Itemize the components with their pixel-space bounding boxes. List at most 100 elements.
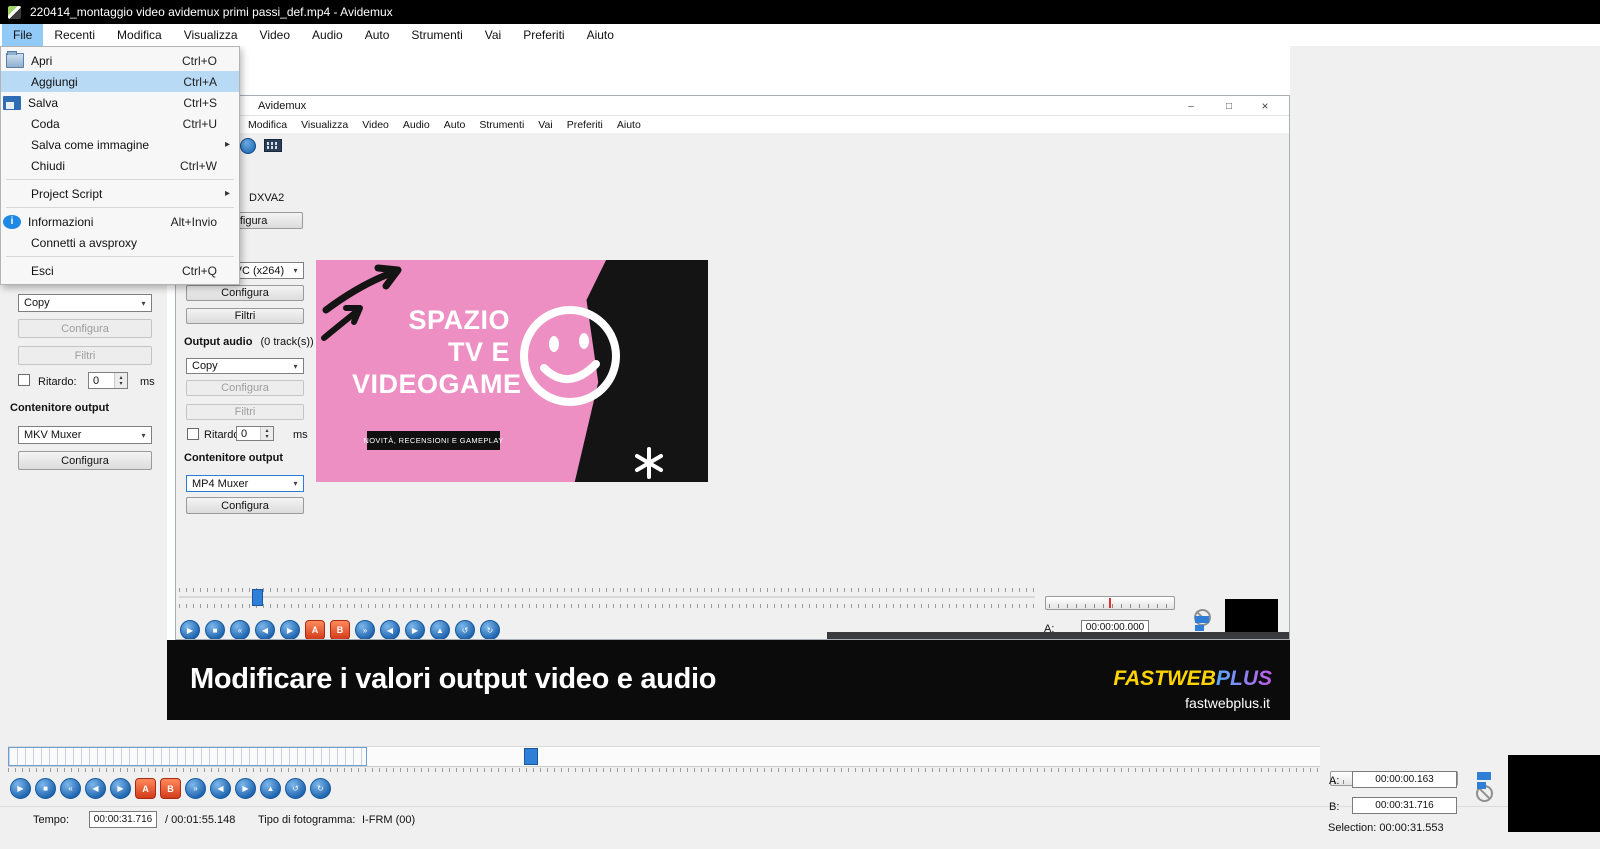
submenu-arrow-icon: ▸ <box>225 139 230 150</box>
timeline-selection <box>8 747 367 766</box>
info-icon <box>240 138 256 154</box>
stop-button[interactable]: ■ <box>35 778 56 799</box>
menu-item-apri[interactable]: Apri Ctrl+O <box>1 50 239 71</box>
thumbnail-title: SPAZIO TV E VIDEOGAME <box>352 304 510 400</box>
menu-item-informazioni[interactable]: Informazioni Alt+Invio <box>1 211 239 232</box>
blank-icon <box>6 235 24 250</box>
recorded-close-button: × <box>1253 98 1277 114</box>
menu-file[interactable]: File <box>2 24 43 46</box>
audio-filtri-button: Filtri <box>186 404 304 420</box>
recorded-transport-controls: ▶■«◀▶AB»◀▶▲↺↻ <box>180 620 500 640</box>
menu-item-project-script[interactable]: Project Script ▸ <box>1 183 239 204</box>
frame-forward-button: ▶ <box>280 620 300 640</box>
menu-visualizza[interactable]: Visualizza <box>173 24 249 46</box>
recorded-timeline-ticks <box>179 588 1035 592</box>
menu-vai[interactable]: Vai <box>474 24 512 46</box>
frame-back-button[interactable]: ◀ <box>85 778 106 799</box>
marker-a-button[interactable]: A <box>135 778 156 799</box>
video-thumbnail: SPAZIO TV E VIDEOGAME NOVITÀ, RECENSIONI… <box>316 260 708 482</box>
menu-item-salva[interactable]: Salva Ctrl+S <box>1 92 239 113</box>
next-keyframe-button: » <box>355 620 375 640</box>
point-b-field[interactable]: 00:00:31.716 <box>1352 797 1457 814</box>
audio-configura-button[interactable]: Configura <box>18 319 152 338</box>
muxer-value: MP4 Muxer <box>192 478 248 490</box>
caption-text: Modificare i valori output video e audio <box>190 663 716 696</box>
audio-codec-select: Copy <box>186 358 304 374</box>
muxer-configura-button[interactable]: Configura <box>18 451 152 470</box>
menu-auto[interactable]: Auto <box>354 24 401 46</box>
timeline-ticks <box>8 768 1320 772</box>
inner-menu-visualizza: Visualizza <box>294 116 355 133</box>
point-a-field[interactable]: 00:00:00.163 <box>1352 771 1457 788</box>
menu-item-chiudi[interactable]: Chiudi Ctrl+W <box>1 155 239 176</box>
audio-filtri-button[interactable]: Filtri <box>18 346 152 365</box>
menu-audio[interactable]: Audio <box>301 24 354 46</box>
spinner-arrows-icon <box>114 373 127 388</box>
inner-menu-audio: Audio <box>396 116 437 133</box>
dark-strip <box>827 632 1290 640</box>
menu-preferiti[interactable]: Preferiti <box>512 24 575 46</box>
video-configura-button: Configura <box>186 285 304 301</box>
menu-separator <box>6 256 234 257</box>
recorded-titlebar: Avidemux – □ × <box>176 96 1289 116</box>
brand-logo: FASTWEBPLUS <box>1113 667 1272 691</box>
menu-item-coda[interactable]: Coda Ctrl+U <box>1 113 239 134</box>
menu-separator <box>6 179 234 180</box>
caption-banner: Modificare i valori output video e audio… <box>167 640 1290 720</box>
menu-aiuto[interactable]: Aiuto <box>576 24 625 46</box>
window-title: 220414_montaggio video avidemux primi pa… <box>30 5 393 19</box>
menu-recenti[interactable]: Recenti <box>43 24 106 46</box>
menu-video[interactable]: Video <box>249 24 301 46</box>
first-frame-button[interactable]: ▲ <box>260 778 281 799</box>
timeline-handle[interactable] <box>524 748 538 765</box>
titlebar: 220414_montaggio video avidemux primi pa… <box>0 0 1600 24</box>
file-menu: Apri Ctrl+O Aggiungi Ctrl+A Salva Ctrl+S… <box>0 46 240 285</box>
chevron-down-icon <box>288 266 303 275</box>
inner-menu-aiuto: Aiuto <box>610 116 648 133</box>
video-filtri-button: Filtri <box>186 308 304 324</box>
timeline[interactable] <box>8 746 1320 767</box>
ritardo-value: 0 <box>89 373 114 388</box>
recorded-toolbar <box>176 133 1289 158</box>
inner-menu-video: Video <box>355 116 396 133</box>
ritardo-checkbox[interactable] <box>18 374 30 386</box>
inner-menu-auto: Auto <box>437 116 473 133</box>
transport-controls: ▶■«◀▶AB»◀▶▲↺↻ <box>10 778 331 799</box>
prev-keyframe-button[interactable]: « <box>60 778 81 799</box>
point-b-label: B: <box>1329 801 1339 813</box>
container-section-label: Contenitore output <box>10 402 109 414</box>
menu-item-aggiungi[interactable]: Aggiungi Ctrl+A <box>1 71 239 92</box>
point-a-label: A: <box>1329 775 1339 787</box>
audio-codec-select[interactable]: Copy <box>18 294 152 312</box>
menu-item-esci[interactable]: Esci Ctrl+Q <box>1 260 239 281</box>
play-button: ▶ <box>180 620 200 640</box>
marker-b-button[interactable]: B <box>160 778 181 799</box>
chevron-down-icon <box>288 362 303 371</box>
menu-item-salva-come-immagine[interactable]: Salva come immagine ▸ <box>1 134 239 155</box>
jump-back-button[interactable]: ↺ <box>285 778 306 799</box>
muxer-value: MKV Muxer <box>24 429 81 441</box>
next-black-frame-button[interactable]: ▶ <box>235 778 256 799</box>
muxer-select[interactable]: MKV Muxer <box>18 426 152 444</box>
smiley-icon <box>514 300 626 412</box>
inner-menu-modifica: Modifica <box>241 116 294 133</box>
ritardo-spinner[interactable]: 0 <box>88 372 128 389</box>
audio-section-label: Output audio (0 track(s)) <box>184 336 314 348</box>
menu-strumenti[interactable]: Strumenti <box>400 24 473 46</box>
chevron-down-icon <box>136 431 151 440</box>
prev-black-frame-button[interactable]: ◀ <box>210 778 231 799</box>
next-keyframe-button[interactable]: » <box>185 778 206 799</box>
frame-back-button: ◀ <box>255 620 275 640</box>
container-section-label: Contenitore output <box>184 452 283 464</box>
audio-meter <box>1477 772 1491 780</box>
ritardo-unit: ms <box>293 429 308 441</box>
jump-forward-button[interactable]: ↻ <box>310 778 331 799</box>
frame-forward-button[interactable]: ▶ <box>110 778 131 799</box>
play-button[interactable]: ▶ <box>10 778 31 799</box>
menu-item-connetti-a-avsproxy[interactable]: Connetti a avsproxy <box>1 232 239 253</box>
tempo-field[interactable]: 00:00:31.716 <box>89 811 157 828</box>
menu-modifica[interactable]: Modifica <box>106 24 173 46</box>
frame-type-value: I-FRM (00) <box>362 814 415 826</box>
asterisk-icon <box>632 446 666 480</box>
tempo-label: Tempo: <box>33 814 69 826</box>
